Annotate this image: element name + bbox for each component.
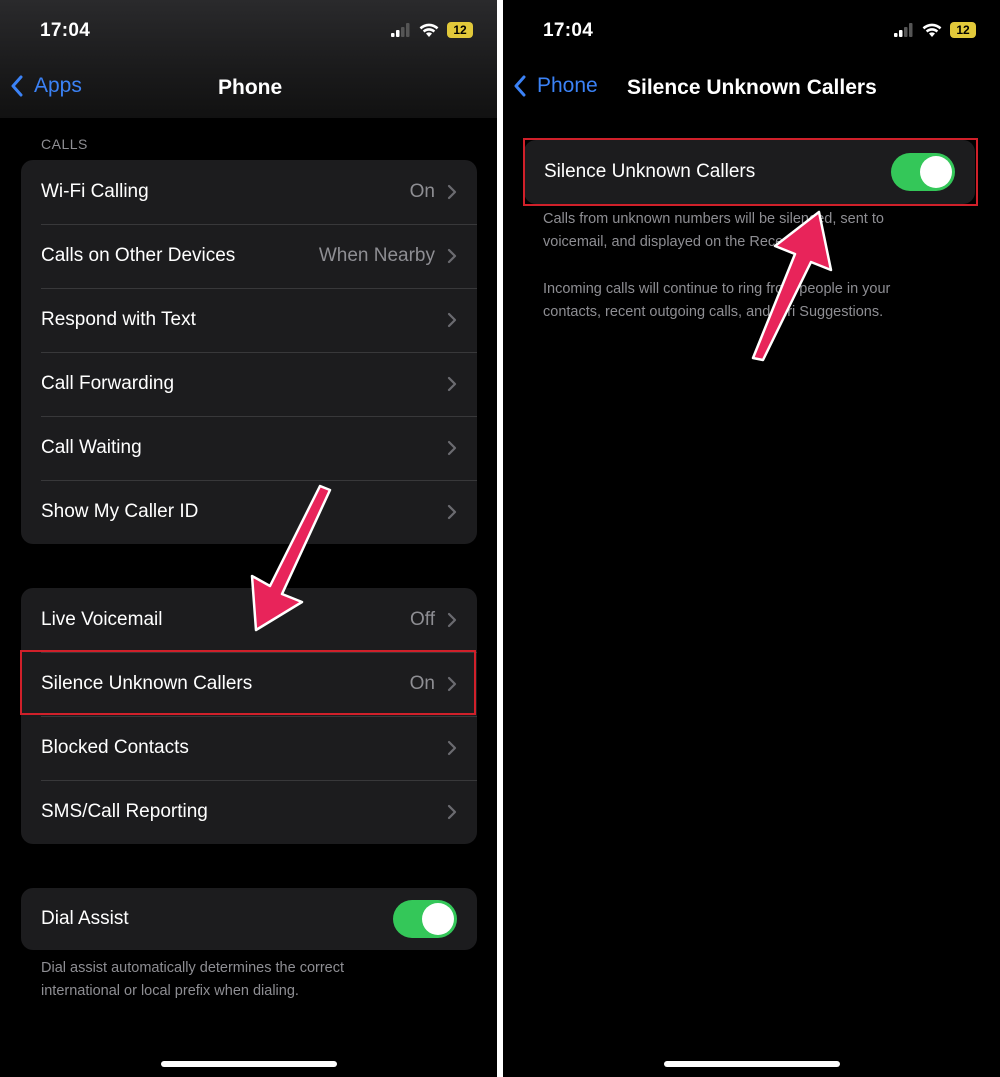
status-icons: 12 [391, 22, 473, 38]
cellular-signal-icon [894, 23, 913, 37]
row-label: Call Forwarding [41, 373, 175, 394]
nav-bar-background [503, 0, 1000, 118]
row-label: SMS/Call Reporting [41, 801, 208, 822]
dial-assist-toggle[interactable] [393, 900, 457, 938]
row-label: Respond with Text [41, 309, 196, 330]
row-label: Wi-Fi Calling [41, 181, 149, 202]
annotation-arrow-icon [250, 484, 332, 632]
dial-assist-footer: Dial assist automatically determines the… [41, 957, 344, 1003]
home-indicator[interactable] [160, 1061, 337, 1067]
highlight-box [523, 138, 978, 206]
chevron-right-icon [447, 376, 457, 392]
row-respond-with-text[interactable]: Respond with Text [21, 288, 477, 352]
status-time: 17:04 [40, 20, 91, 41]
back-label: Apps [34, 74, 82, 97]
highlight-box [20, 650, 476, 715]
row-dial-assist: Dial Assist [21, 888, 477, 950]
back-button[interactable]: Apps [10, 74, 82, 98]
section-header-calls: CALLS [41, 136, 88, 152]
row-label: Call Waiting [41, 437, 142, 458]
phone-settings-screen: 17:04 12 Apps Phone CALLS Wi-Fi Calling … [0, 0, 497, 1077]
chevron-left-icon [514, 75, 526, 97]
annotation-arrow-icon [751, 210, 833, 362]
home-indicator[interactable] [663, 1061, 840, 1067]
row-call-waiting[interactable]: Call Waiting [21, 416, 477, 480]
footer-line: Dial assist automatically determines the… [41, 960, 345, 976]
wifi-icon [419, 23, 439, 37]
chevron-right-icon [447, 804, 457, 820]
silence-unknown-callers-screen: 17:04 12 Phone Silence Unknown Callers S… [503, 0, 1000, 1077]
cellular-signal-icon [391, 23, 410, 37]
chevron-right-icon [447, 740, 457, 756]
toggle-knob [422, 903, 454, 935]
status-icons: 12 [894, 22, 976, 38]
page-title: Phone [218, 76, 283, 99]
row-label: Blocked Contacts [41, 737, 189, 758]
chevron-left-icon [11, 75, 23, 97]
page-title: Silence Unknown Callers [627, 76, 877, 99]
row-wifi-calling[interactable]: Wi-Fi Calling On [21, 160, 477, 224]
row-label: Dial Assist [41, 908, 129, 929]
chevron-right-icon [447, 612, 457, 628]
row-value: On [409, 181, 435, 202]
row-sms-call-reporting[interactable]: SMS/Call Reporting [21, 780, 477, 844]
row-blocked-contacts[interactable]: Blocked Contacts [21, 716, 477, 780]
chevron-right-icon [447, 504, 457, 520]
chevron-right-icon [447, 312, 457, 328]
status-time: 17:04 [543, 20, 594, 41]
chevron-right-icon [447, 184, 457, 200]
back-label: Phone [537, 74, 598, 97]
wifi-icon [922, 23, 942, 37]
battery-icon: 12 [447, 22, 473, 38]
row-call-forwarding[interactable]: Call Forwarding [21, 352, 477, 416]
footer-line: international or local prefix when diali… [41, 983, 299, 999]
row-value: When Nearby [318, 245, 435, 266]
row-calls-on-other-devices[interactable]: Calls on Other Devices When Nearby [21, 224, 477, 288]
dial-assist-group: Dial Assist [21, 888, 477, 950]
battery-icon: 12 [950, 22, 976, 38]
nav-bar-background [0, 0, 497, 118]
back-button[interactable]: Phone [513, 74, 598, 98]
row-label: Live Voicemail [41, 609, 163, 630]
row-label: Calls on Other Devices [41, 245, 236, 266]
chevron-right-icon [447, 248, 457, 264]
chevron-right-icon [447, 440, 457, 456]
row-value: Off [410, 609, 435, 630]
